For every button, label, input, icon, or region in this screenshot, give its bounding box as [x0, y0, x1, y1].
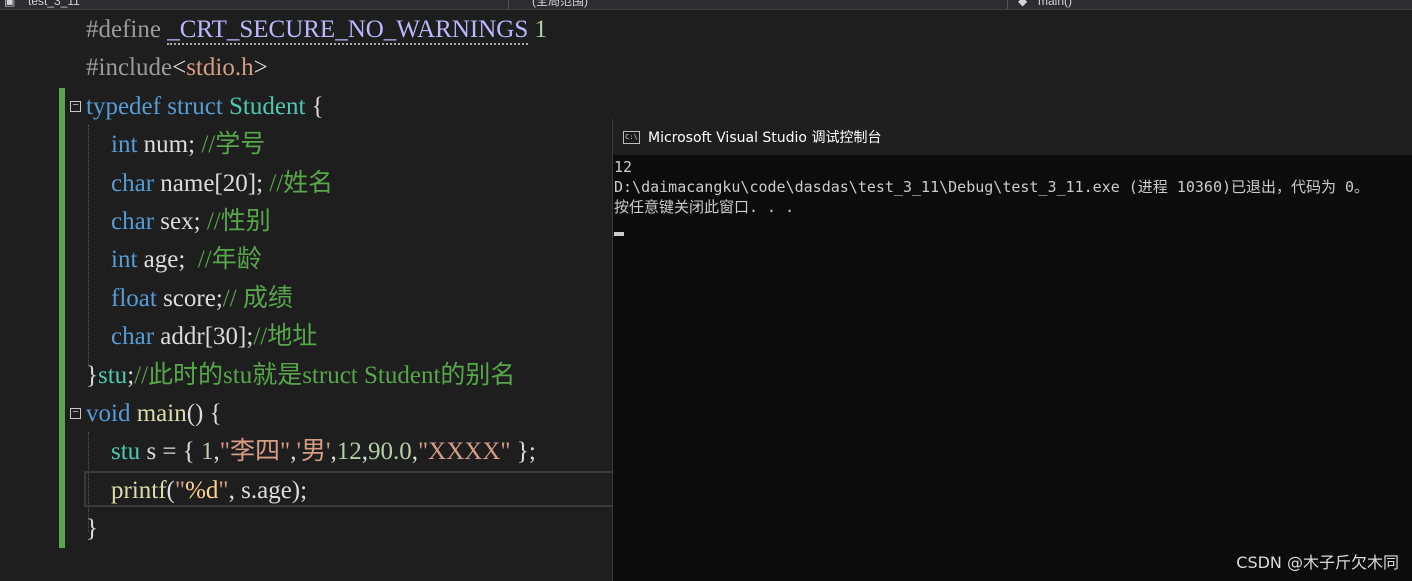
code-line[interactable]: }: [86, 510, 98, 548]
code-token: //学号: [201, 131, 266, 159]
code-token: _CRT_SECURE_NO_WARNINGS: [167, 16, 529, 45]
editor-navigation-bar: ▣ test_3_11 (全局范围) ◆ main(): [0, 0, 1412, 10]
code-token: {: [305, 92, 324, 120]
code-token: sex;: [154, 208, 207, 235]
code-token: age;: [137, 246, 198, 274]
code-token: stu: [111, 438, 141, 466]
code-token: ": [218, 476, 229, 504]
code-token: s = {: [140, 438, 202, 466]
code-token: "李四": [219, 438, 291, 466]
code-token: typedef: [86, 92, 161, 120]
code-token: 1: [528, 16, 548, 43]
console-app-icon: C:\: [623, 131, 640, 144]
function-icon: ◆: [1018, 0, 1028, 8]
code-line[interactable]: void main() {: [86, 395, 222, 433]
code-token: char: [111, 169, 155, 197]
console-output-line: 12: [614, 158, 633, 176]
code-token: struct: [167, 92, 223, 120]
code-token: printf: [111, 476, 167, 504]
code-line[interactable]: #define _CRT_SECURE_NO_WARNINGS 1: [86, 11, 547, 49]
code-token: Student: [229, 92, 306, 120]
code-token: int: [111, 131, 138, 159]
code-token: %d: [185, 476, 219, 504]
code-token: char: [111, 208, 155, 235]
code-line[interactable]: }stu;//此时的stu就是struct Student的别名: [86, 357, 515, 395]
watermark: CSDN @木子斤欠木同: [1236, 553, 1399, 572]
code-token: float: [111, 284, 157, 312]
file-tab-icon: ▣: [4, 0, 16, 8]
code-token: }: [86, 515, 98, 543]
console-output-line: D:\daimacangku\code\dasdas\test_3_11\Deb…: [614, 178, 1370, 196]
code-token: 12: [336, 438, 362, 466]
code-token: //年龄: [197, 246, 262, 274]
code-line[interactable]: typedef struct Student {: [86, 88, 324, 126]
code-token: }: [86, 361, 98, 389]
code-token: () {: [186, 400, 222, 427]
code-token: //姓名: [269, 169, 334, 197]
code-line[interactable]: float score;// 成绩: [86, 280, 293, 318]
file-scope-dropdown[interactable]: test_3_11: [28, 0, 80, 8]
code-token: (: [166, 476, 175, 504]
code-token: "XXXX": [417, 438, 511, 466]
console-title: Microsoft Visual Studio 调试控制台: [648, 130, 882, 146]
code-token: void: [86, 400, 131, 427]
code-token: ": [174, 476, 186, 504]
code-token: //地址: [253, 323, 318, 351]
code-token: };: [510, 438, 536, 466]
console-cursor: [614, 232, 624, 236]
code-line[interactable]: printf("%d", s.age);: [86, 472, 307, 510]
code-token: #include: [86, 54, 173, 82]
code-line[interactable]: char addr[30];//地址: [86, 318, 317, 356]
code-token: '男': [296, 438, 331, 466]
code-line[interactable]: char sex; //性别: [86, 203, 271, 241]
code-line[interactable]: stu s = { 1,"李四",'男',12,90.0,"XXXX" };: [86, 433, 536, 471]
code-token: 1: [201, 438, 214, 466]
code-token: char: [111, 323, 155, 351]
code-token: //此时的stu就是struct Student的别名: [134, 361, 516, 389]
code-line[interactable]: char name[20]; //姓名: [86, 165, 333, 203]
code-token: int: [111, 246, 138, 274]
code-token: >: [253, 54, 268, 82]
code-token: 90.0: [367, 438, 412, 466]
code-token: //性别: [206, 208, 271, 235]
editor-gutter: [0, 10, 28, 581]
code-token: <: [172, 54, 187, 82]
fold-collapse-icon[interactable]: −: [70, 408, 81, 419]
console-title-bar[interactable]: C:\ Microsoft Visual Studio 调试控制台: [613, 119, 1412, 155]
code-line[interactable]: int age; //年龄: [86, 241, 262, 279]
code-line[interactable]: #include<stdio.h>: [86, 49, 268, 87]
code-line[interactable]: int num; //学号: [86, 126, 265, 164]
console-output-line: 按任意键关闭此窗口. . .: [614, 198, 795, 216]
debug-console-window[interactable]: C:\ Microsoft Visual Studio 调试控制台 12 D:\…: [612, 119, 1412, 581]
nav-separator: [1007, 0, 1008, 9]
code-token: // 成绩: [222, 284, 293, 312]
global-scope-dropdown[interactable]: (全局范围): [532, 0, 588, 8]
change-tracking-bar: [59, 88, 65, 548]
nav-separator: [508, 0, 509, 9]
code-token: name[20];: [154, 169, 270, 197]
code-token: , s.age);: [228, 476, 308, 504]
code-token: stu: [98, 361, 128, 389]
fold-collapse-icon[interactable]: −: [70, 101, 81, 112]
function-dropdown[interactable]: main(): [1038, 0, 1072, 8]
code-token: main: [136, 400, 187, 427]
code-token: #define: [86, 16, 168, 43]
code-token: addr[30];: [154, 323, 254, 351]
code-token: stdio.h: [186, 54, 254, 82]
code-token: num;: [137, 131, 202, 159]
code-token: score;: [156, 284, 223, 312]
